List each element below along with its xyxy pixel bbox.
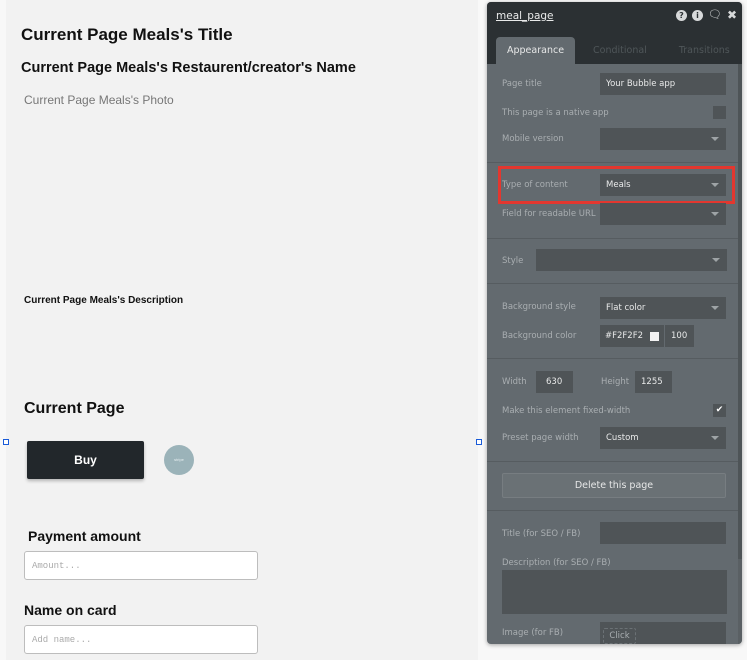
meal-description-text[interactable]: Current Page Meals's Description [24,295,183,306]
tab-appearance[interactable]: Appearance [496,37,576,64]
panel-tabs: Appearance Conditional Transitions [496,37,741,64]
background-opacity-input[interactable]: 100 [665,325,694,347]
seo-title-label: Title (for SEO / FB) [502,529,581,539]
page-title-label: Page title [502,79,542,89]
mobile-version-dropdown[interactable] [600,128,726,150]
delete-page-button[interactable]: Delete this page [502,473,726,498]
info-icon[interactable]: i [691,9,703,21]
color-swatch[interactable] [650,332,659,341]
divider [487,238,738,239]
resize-handle-right[interactable] [476,439,482,445]
meal-title-text[interactable]: Current Page Meals's Title [21,25,233,45]
divider [487,510,738,511]
payment-amount-label: Payment amount [28,528,141,544]
comment-icon[interactable]: 🗨 [708,9,722,21]
divider [487,358,738,359]
preset-width-value: Custom [606,433,639,443]
name-on-card-label: Name on card [24,602,117,618]
background-color-value: #F2F2F2 [605,331,644,341]
name-on-card-input[interactable] [24,625,258,654]
panel-scrollbar-thumb[interactable] [738,64,742,559]
seo-description-label: Description (for SEO / FB) [502,558,611,568]
payment-amount-input[interactable] [24,551,258,580]
tab-conditional[interactable]: Conditional [582,37,658,64]
meal-restaurant-text[interactable]: Current Page Meals's Restaurent/creator'… [21,59,356,75]
background-color-input[interactable]: #F2F2F2 [600,325,664,347]
style-dropdown[interactable] [536,249,727,271]
height-label: Height [601,377,630,387]
help-icon[interactable]: ? [675,9,687,21]
readable-url-label: Field for readable URL [502,209,596,219]
chevron-down-icon [711,137,719,141]
panel-header: meal_page ? i 🗨 ✖ Appearance Conditional… [487,2,742,64]
width-input[interactable]: 630 [536,371,573,393]
page-title-input[interactable]: Your Bubble app [600,73,726,95]
chevron-down-icon [711,212,719,216]
type-of-content-dropdown[interactable]: Meals [600,174,726,196]
height-input[interactable]: 1255 [635,371,672,393]
readable-url-dropdown[interactable] [600,203,726,225]
background-style-value: Flat color [606,303,646,313]
type-of-content-label: Type of content [502,180,568,190]
close-icon[interactable]: ✖ [727,9,737,21]
style-label: Style [502,256,524,266]
chevron-down-icon [711,183,719,187]
page-canvas: Current Page Meals's Title Current Page … [6,0,478,660]
meal-photo-placeholder[interactable]: Current Page Meals's Photo [24,93,174,107]
preset-width-dropdown[interactable]: Custom [600,427,726,449]
mobile-version-label: Mobile version [502,134,564,144]
preset-width-label: Preset page width [502,433,579,443]
fb-image-label: Image (for FB) [502,628,564,638]
stripe-icon[interactable]: stripe [164,445,194,475]
tab-transitions[interactable]: Transitions [668,37,741,64]
background-style-label: Background style [502,302,576,312]
chevron-down-icon [711,436,719,440]
seo-title-input[interactable] [600,522,726,544]
fixed-width-checkbox[interactable]: ✔ [713,404,726,417]
fb-image-upload-button[interactable]: Click [603,628,636,644]
divider [487,283,738,284]
chevron-down-icon [711,306,719,310]
panel-title[interactable]: meal_page [496,10,554,22]
native-app-label: This page is a native app [502,108,609,118]
current-page-text[interactable]: Current Page [24,400,124,418]
buy-button[interactable]: Buy [27,441,144,479]
chevron-down-icon [712,258,720,262]
seo-description-input[interactable] [502,570,727,614]
type-of-content-value: Meals [606,180,631,190]
width-label: Width [502,377,527,387]
divider [487,461,738,462]
resize-handle-left[interactable] [3,439,9,445]
fixed-width-label: Make this element fixed-width [502,406,631,416]
property-editor-panel: meal_page ? i 🗨 ✖ Appearance Conditional… [487,2,742,644]
background-color-label: Background color [502,331,577,341]
background-style-dropdown[interactable]: Flat color [600,297,726,319]
native-app-checkbox[interactable] [713,106,726,119]
divider [487,162,738,163]
